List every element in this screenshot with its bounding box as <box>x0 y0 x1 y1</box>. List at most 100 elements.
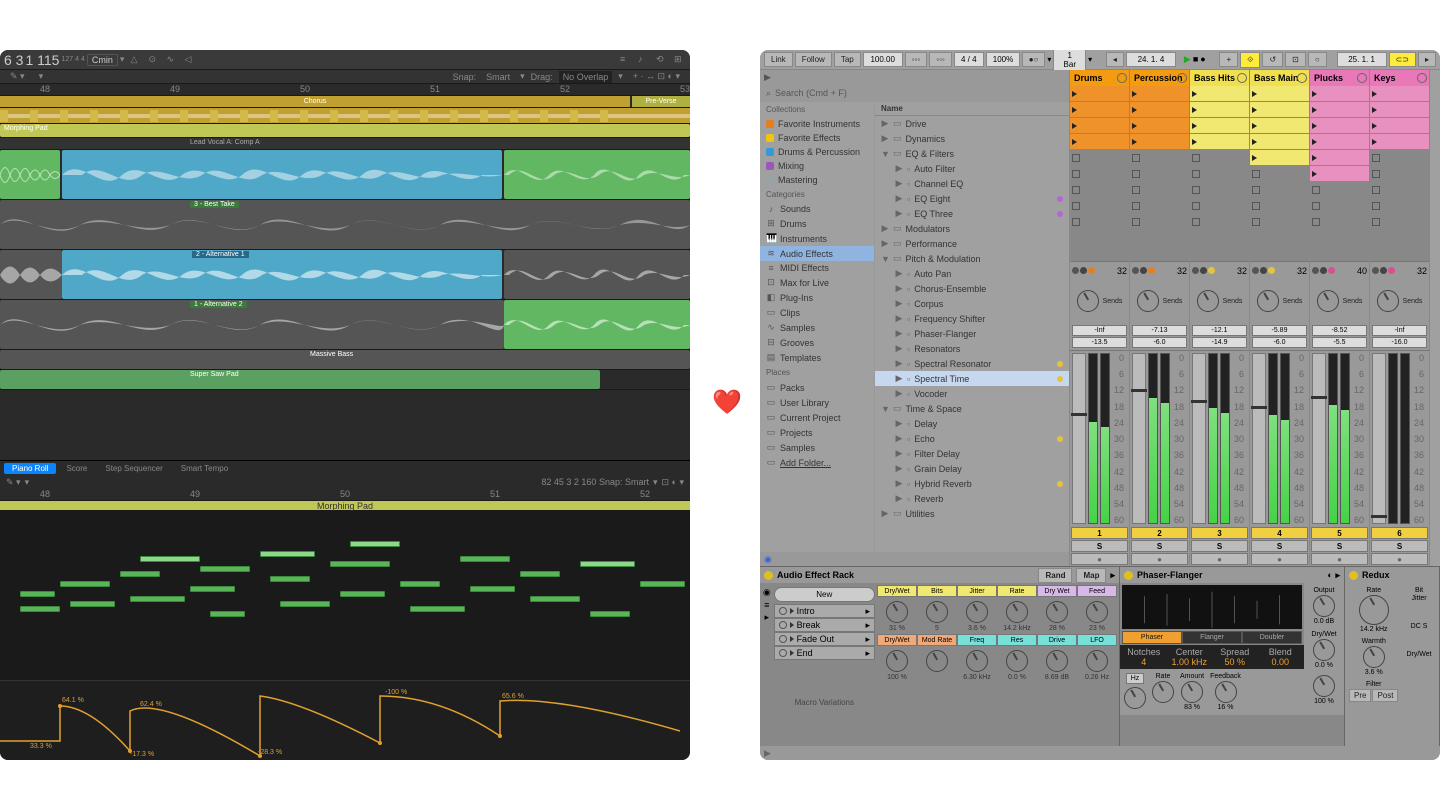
track-take-2[interactable]: 2 - Alternative 1 <box>0 250 690 300</box>
empty-clip-slot[interactable] <box>1310 214 1369 230</box>
session-clip[interactable] <box>1370 134 1429 150</box>
phaser-param[interactable]: Center1.00 kHz <box>1168 647 1212 667</box>
record-button[interactable]: ● <box>1200 54 1205 65</box>
browser-item[interactable]: ▶▫Chorus-Ensemble <box>875 281 1069 296</box>
rack-show-devices[interactable]: ▸ <box>762 612 772 623</box>
session-clip[interactable] <box>1250 86 1309 102</box>
punch-out[interactable]: ▸ <box>1418 52 1436 67</box>
browser-item[interactable]: ▶▫EQ Three <box>875 206 1069 221</box>
session-clip[interactable] <box>1370 102 1429 118</box>
empty-clip-slot[interactable] <box>1370 182 1429 198</box>
session-clip[interactable] <box>1130 86 1189 102</box>
pan-value[interactable]: -14.9 <box>1192 337 1247 348</box>
phaser-param[interactable]: Notches4 <box>1122 647 1166 667</box>
arm-button[interactable]: ● <box>1371 553 1428 565</box>
session-clip[interactable] <box>1310 134 1369 150</box>
arrange-area[interactable]: Chorus Pre-Verse Morphing Pad Lead Vocal… <box>0 96 690 460</box>
session-clip[interactable] <box>1130 102 1189 118</box>
macro-knob[interactable]: Dry/Wet100 % <box>877 634 917 681</box>
category-item[interactable]: ⊡Max for Live <box>760 275 874 290</box>
session-clip[interactable] <box>1370 86 1429 102</box>
empty-clip-slot[interactable] <box>1130 198 1189 214</box>
place-item[interactable]: ▭Samples <box>760 440 874 455</box>
category-item[interactable]: ◧Plug-Ins <box>760 290 874 305</box>
vol-value[interactable]: -Inf <box>1072 325 1127 336</box>
session-clip[interactable] <box>1190 134 1249 150</box>
device-activator[interactable] <box>1349 571 1358 580</box>
collection-item[interactable]: Favorite Instruments <box>760 117 874 131</box>
empty-clip-slot[interactable] <box>1070 150 1129 166</box>
edit-menu[interactable]: ✎ ▾ <box>6 71 29 82</box>
tuner-icon[interactable]: ∿ <box>166 54 178 66</box>
browser-item[interactable]: ▶▫Resonators <box>875 341 1069 356</box>
browser-item[interactable]: ▶▫Spectral Resonator <box>875 356 1069 371</box>
device-view-toggle-icon[interactable]: ▶ <box>764 748 771 759</box>
vol-value[interactable]: -5.89 <box>1252 325 1307 336</box>
loop-icon[interactable]: ⟲ <box>656 54 668 66</box>
macro-knob[interactable]: LFO0.26 Hz <box>1077 634 1117 681</box>
category-item[interactable]: ≡MIDI Effects <box>760 261 874 275</box>
session-clip[interactable] <box>1250 150 1309 166</box>
empty-clip-slot[interactable] <box>1250 198 1309 214</box>
tap-button[interactable]: Tap <box>834 52 861 67</box>
track-lead-vocal[interactable] <box>0 150 690 200</box>
new-variation-button[interactable]: New <box>774 587 875 602</box>
section-preverse[interactable]: Pre-Verse <box>632 96 690 107</box>
solo-button[interactable]: S <box>1251 540 1308 552</box>
volume-fader[interactable] <box>1072 353 1086 524</box>
post-button[interactable]: Post <box>1372 689 1398 702</box>
browser-item[interactable]: ▶▫Auto Pan <box>875 266 1069 281</box>
empty-clip-slot[interactable] <box>1310 182 1369 198</box>
macro-knob[interactable]: Dry Wet28 % <box>1037 585 1077 632</box>
empty-clip-slot[interactable] <box>1070 198 1129 214</box>
phaser-param[interactable]: Blend0.00 <box>1259 647 1303 667</box>
empty-clip-slot[interactable] <box>1310 198 1369 214</box>
loop-button[interactable]: ⊂⊃ <box>1389 52 1416 67</box>
arm-button[interactable]: ● <box>1191 553 1248 565</box>
note-icon[interactable]: ♪ <box>638 54 650 66</box>
place-item[interactable]: ▭User Library <box>760 395 874 410</box>
device-fold-icon[interactable]: ◐ ▸ <box>1328 570 1340 581</box>
track-number-button[interactable]: 3 <box>1191 527 1248 539</box>
countdown-icon[interactable]: ⊙ <box>148 54 160 66</box>
list-icon[interactable]: ≡ <box>620 54 632 66</box>
marker-track[interactable] <box>0 108 690 124</box>
follow-button[interactable]: Follow <box>795 52 832 67</box>
stop-button[interactable]: ■ <box>1193 54 1198 65</box>
browser-collapse-icon[interactable]: ▶ <box>764 72 771 83</box>
collection-item[interactable]: Mixing <box>760 159 874 173</box>
browser-item[interactable]: ▶▫Echo <box>875 431 1069 446</box>
device-redux[interactable]: Redux Rate 14.2 kHz Warmth 3.6 % Filter … <box>1345 567 1440 746</box>
volume-fader[interactable] <box>1312 353 1326 524</box>
content-header-name[interactable]: Name <box>875 102 1069 116</box>
session-clip[interactable] <box>1250 102 1309 118</box>
rack-chain[interactable]: Fade Out▸ <box>774 632 875 646</box>
empty-clip-slot[interactable] <box>1250 214 1309 230</box>
session-clip[interactable] <box>1070 102 1129 118</box>
quantize-field[interactable]: 1 Bar <box>1053 50 1086 72</box>
pan-value[interactable]: -6.0 <box>1252 337 1307 348</box>
pan-value[interactable]: -6.0 <box>1132 337 1187 348</box>
session-clip[interactable] <box>1070 86 1129 102</box>
arm-button[interactable]: ● <box>1071 553 1128 565</box>
session-clip[interactable] <box>1190 86 1249 102</box>
browser-folder[interactable]: ▼▭Pitch & Modulation <box>875 251 1069 266</box>
browser-folder[interactable]: ▶▭Drive <box>875 116 1069 131</box>
empty-clip-slot[interactable] <box>1250 182 1309 198</box>
map-button[interactable]: Map <box>1076 568 1106 583</box>
solo-button[interactable]: S <box>1071 540 1128 552</box>
place-item[interactable]: ▭Projects <box>760 425 874 440</box>
solo-button[interactable]: S <box>1191 540 1248 552</box>
session-clip[interactable] <box>1070 134 1129 150</box>
browser-icon[interactable]: ⊞ <box>674 54 686 66</box>
category-item[interactable]: ▤Templates <box>760 350 874 365</box>
session-clip[interactable] <box>1310 150 1369 166</box>
volume-fader[interactable] <box>1192 353 1206 524</box>
solo-button[interactable]: S <box>1131 540 1188 552</box>
track-number-button[interactable]: 1 <box>1071 527 1128 539</box>
send-knob[interactable] <box>1257 290 1279 312</box>
automation-arm[interactable]: ⟐ <box>1240 52 1260 68</box>
solo-button[interactable]: S <box>1371 540 1428 552</box>
category-item[interactable]: ∿Samples <box>760 320 874 335</box>
browser-item[interactable]: ▶▫Filter Delay <box>875 446 1069 461</box>
